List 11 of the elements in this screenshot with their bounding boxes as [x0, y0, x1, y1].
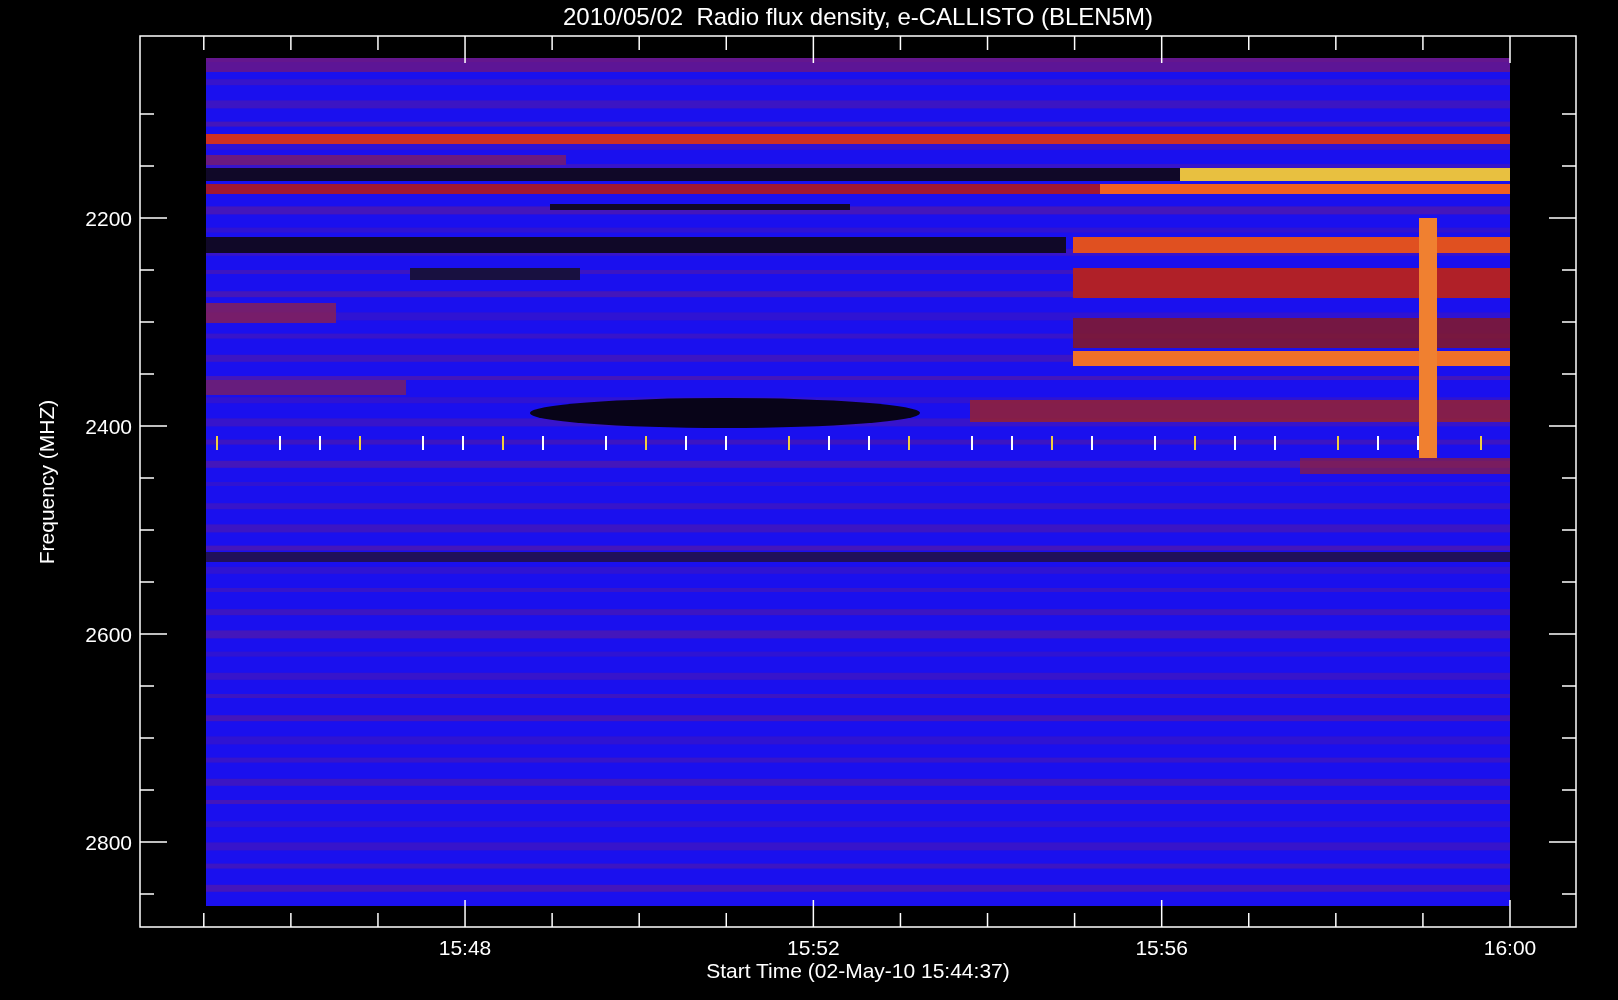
y-tick-label: 2200: [85, 207, 132, 230]
y-axis-label: Frequency (MHZ): [35, 399, 58, 565]
y-tick-label: 2600: [85, 623, 132, 646]
chart-title: 2010/05/02 Radio flux density, e-CALLISTO (BLEN5M): [562, 3, 1154, 30]
x-axis-label: Start Time (02-May-10 15:44:37): [706, 959, 1010, 982]
y-tick-label: 2800: [85, 831, 132, 854]
x-tick-label: 16:00: [1483, 936, 1537, 959]
y-tick-label: 2400: [85, 415, 132, 438]
x-tick-label: 15:52: [787, 936, 840, 959]
x-tick-label: 15:56: [1135, 936, 1188, 959]
x-tick-label: 15:48: [438, 936, 492, 959]
